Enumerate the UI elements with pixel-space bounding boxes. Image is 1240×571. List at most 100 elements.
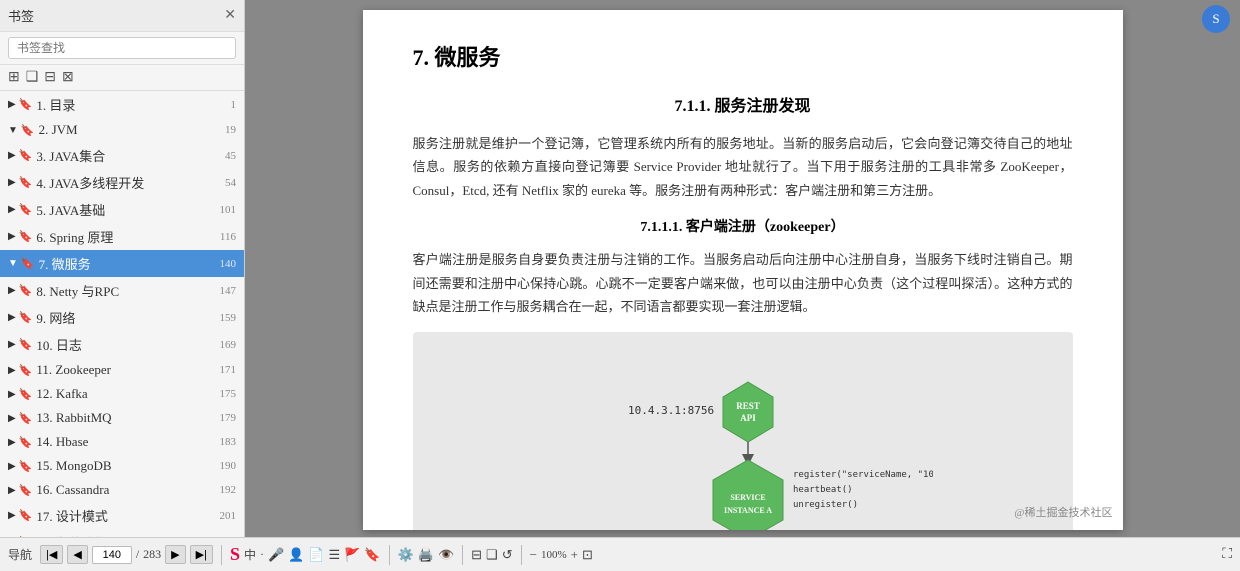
sidebar-item-item-2[interactable]: ▼🔖2. JVM19 — [0, 118, 244, 142]
fit-icon[interactable]: ⊡ — [582, 547, 593, 563]
sidebar-item-item-6[interactable]: ▶🔖6. Spring 原理116 — [0, 223, 244, 250]
zoom-in-button[interactable]: + — [571, 547, 578, 563]
service-label: SERVICE — [730, 493, 765, 502]
next-page-button[interactable]: ▶ — [165, 545, 185, 564]
sidebar-item-page: 1 — [231, 99, 237, 111]
bookmark-icon-1[interactable]: ⊞ — [8, 69, 20, 86]
mic-icon[interactable]: 🎤 — [268, 547, 284, 563]
sidebar-item-item-17[interactable]: ▶🔖17. 设计模式201 — [0, 502, 244, 529]
para2: 客户端注册是服务自身要负责注册与注销的工作。当服务启动后向注册中心注册自身，当服… — [413, 248, 1073, 318]
sidebar-item-item-9[interactable]: ▶🔖9. 网络159 — [0, 304, 244, 331]
toolbar-text-zh: 中 — [244, 546, 256, 563]
sidebar-item-page: 192 — [220, 484, 237, 496]
sidebar-item-item-3[interactable]: ▶🔖3. JAVA集合45 — [0, 142, 244, 169]
bookmark-page-icon: 🔖 — [19, 460, 33, 473]
view-icon[interactable]: 👁️ — [438, 547, 454, 563]
bookmark-icon[interactable]: 🔖 — [364, 547, 380, 563]
sidebar-item-item-12[interactable]: ▶🔖12. Kafka175 — [0, 382, 244, 406]
page-number-input[interactable] — [92, 546, 132, 564]
sidebar-item-page: 183 — [220, 436, 237, 448]
sidebar-title: 书签 — [8, 6, 34, 25]
sidebar-item-page: 116 — [220, 231, 236, 243]
bookmark-page-icon: 🔖 — [19, 509, 33, 522]
sidebar-item-page: 169 — [220, 339, 237, 351]
sidebar-icon-bar: ⊞ ❑ ⊟ ⊠ — [0, 65, 244, 91]
sidebar-item-item-1[interactable]: ▶🔖1. 目录1 — [0, 91, 244, 118]
sidebar-item-page: 140 — [220, 258, 237, 270]
subsection-7-1-1-1-title: 7.1.1.1. 客户端注册（zookeeper） — [413, 216, 1073, 236]
ip-label: 10.4.3.1:8756 — [628, 404, 714, 417]
sidebar-header: 书签 ✕ — [0, 0, 244, 32]
sidebar-item-item-13[interactable]: ▶🔖13. RabbitMQ179 — [0, 406, 244, 430]
settings-icon[interactable]: ⚙️ — [398, 547, 414, 563]
api-label: API — [740, 413, 756, 423]
sidebar-item-label: 4. JAVA多线程开发 — [36, 173, 221, 192]
sidebar-item-item-16[interactable]: ▶🔖16. Cassandra192 — [0, 478, 244, 502]
first-page-button[interactable]: |◀ — [40, 545, 63, 564]
content-area: S 7. 微服务 7.1.1. 服务注册发现 服务注册就是维护一个登记簿，它管理… — [245, 0, 1240, 537]
register-text1: register("serviceName, "10.4.3.1:8756") — [793, 470, 933, 480]
user-avatar-icon[interactable]: S — [1202, 5, 1230, 33]
user-icon[interactable]: 👤 — [288, 547, 304, 563]
page-title: 7. 微服务 — [413, 40, 1073, 72]
sidebar-panel: 书签 ✕ ⊞ ❑ ⊟ ⊠ ▶🔖1. 目录1▼🔖2. JVM19▶🔖3. JAVA… — [0, 0, 245, 537]
sidebar-item-page: 179 — [220, 412, 237, 424]
rest-api-shape — [723, 382, 773, 442]
bookmark-page-icon: 🔖 — [19, 176, 33, 189]
expand-arrow-icon: ▶ — [8, 231, 16, 242]
dot-icon: · — [260, 547, 264, 562]
sidebar-list: ▶🔖1. 目录1▼🔖2. JVM19▶🔖3. JAVA集合45▶🔖4. JAVA… — [0, 91, 244, 537]
bookmark-icon-2[interactable]: ❑ — [26, 69, 39, 86]
sidebar-item-item-18[interactable]: ▶🔖18. 负载均衡203 — [0, 529, 244, 537]
service-diagram: 10.4.3.1:8756 REST API SERVICE INSTANCE … — [553, 352, 933, 530]
sidebar-item-page: 19 — [225, 124, 236, 136]
print-icon[interactable]: 🖨️ — [418, 547, 434, 563]
expand-arrow-icon: ▼ — [8, 125, 18, 136]
sidebar-item-label: 2. JVM — [39, 122, 221, 138]
sidebar-item-item-14[interactable]: ▶🔖14. Hbase183 — [0, 430, 244, 454]
fullscreen-icon[interactable]: ⛶ — [1222, 547, 1232, 563]
separator2 — [389, 545, 390, 565]
list-icon[interactable]: ☰ — [329, 547, 341, 563]
bookmark-page-icon: 🔖 — [19, 149, 33, 162]
prev-page-button[interactable]: ◀ — [67, 545, 87, 564]
sidebar-item-label: 16. Cassandra — [36, 482, 215, 498]
sidebar-item-item-4[interactable]: ▶🔖4. JAVA多线程开发54 — [0, 169, 244, 196]
close-icon[interactable]: ✕ — [224, 7, 236, 24]
rest-label: REST — [736, 401, 760, 411]
sidebar-item-item-8[interactable]: ▶🔖8. Netty 与RPC147 — [0, 277, 244, 304]
last-page-button[interactable]: ▶| — [190, 545, 213, 564]
layout-icon1[interactable]: ⊟ — [471, 547, 482, 563]
expand-arrow-icon: ▶ — [8, 461, 16, 472]
sidebar-item-item-15[interactable]: ▶🔖15. MongoDB190 — [0, 454, 244, 478]
bookmark-page-icon: 🔖 — [19, 388, 33, 401]
search-input[interactable] — [8, 37, 236, 59]
expand-arrow-icon: ▶ — [8, 365, 16, 376]
sidebar-item-item-11[interactable]: ▶🔖11. Zookeeper171 — [0, 358, 244, 382]
watermark: @稀土掘金技术社区 — [1014, 504, 1112, 520]
section-7-1-1-title: 7.1.1. 服务注册发现 — [413, 92, 1073, 116]
bookmark-page-icon: 🔖 — [19, 338, 33, 351]
bookmark-icon-3[interactable]: ⊟ — [44, 69, 56, 86]
bookmark-icon-4[interactable]: ⊠ — [62, 69, 74, 86]
rotate-icon[interactable]: ↺ — [502, 547, 513, 563]
sidebar-item-page: 171 — [220, 364, 237, 376]
doc-icon[interactable]: 📄 — [308, 547, 324, 563]
bookmark-page-icon: 🔖 — [19, 230, 33, 243]
expand-arrow-icon: ▼ — [8, 258, 18, 269]
flag-icon[interactable]: 🚩 — [344, 547, 360, 563]
bookmark-page-icon: 🔖 — [19, 98, 33, 111]
sidebar-item-item-10[interactable]: ▶🔖10. 日志169 — [0, 331, 244, 358]
zoom-level: 100% — [541, 549, 567, 561]
bookmark-page-icon: 🔖 — [19, 284, 33, 297]
sidebar-item-page: 45 — [225, 150, 236, 162]
sidebar-item-item-7[interactable]: ▼🔖7. 微服务140 — [0, 250, 244, 277]
expand-arrow-icon: ▶ — [8, 437, 16, 448]
separator1 — [221, 545, 222, 565]
para1: 服务注册就是维护一个登记簿，它管理系统内所有的服务地址。当新的服务启动后，它会向… — [413, 132, 1073, 202]
zoom-out-button[interactable]: − — [530, 547, 537, 563]
layout-icon2[interactable]: ❑ — [486, 547, 498, 563]
instance-label: INSTANCE A — [723, 506, 771, 515]
sidebar-item-label: 11. Zookeeper — [36, 362, 215, 378]
sidebar-item-item-5[interactable]: ▶🔖5. JAVA基础101 — [0, 196, 244, 223]
